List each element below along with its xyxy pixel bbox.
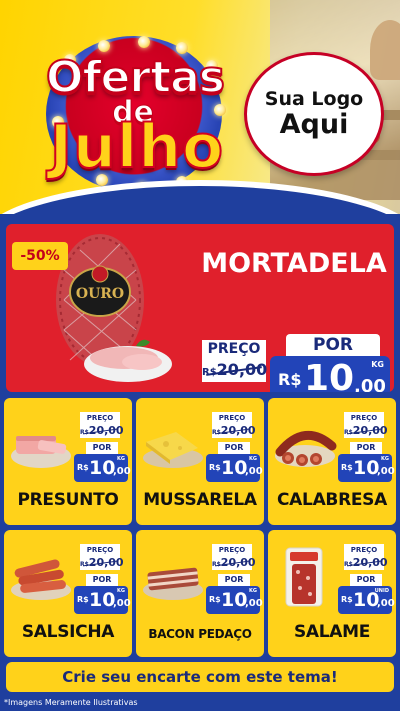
price-decimal: ,00 bbox=[354, 376, 386, 392]
header-banner: Ofertas de Julho Sua Logo Aqui bbox=[0, 0, 400, 214]
old-price: R$20,00 bbox=[344, 424, 388, 438]
price-currency: R$ bbox=[341, 595, 353, 604]
calabresa-image bbox=[275, 430, 337, 467]
old-price-label: PREÇO bbox=[202, 340, 266, 358]
price-decimal: ,00 bbox=[377, 466, 395, 477]
price-integer: 10 bbox=[221, 457, 248, 479]
price-integer: 10 bbox=[353, 457, 380, 479]
old-price-label: PREÇO bbox=[212, 412, 252, 424]
price-unit: KG bbox=[371, 360, 384, 369]
presunto-image bbox=[11, 436, 71, 468]
old-price: R$20,00 bbox=[202, 358, 267, 382]
product-name: SALSICHA bbox=[21, 622, 115, 642]
new-price: R$ 10 ,00 KG bbox=[270, 356, 390, 392]
new-price: R$ 10 ,00 KG bbox=[206, 454, 263, 482]
product-card-bacon[interactable]: PREÇO R$20,00 POR R$ 10 ,00 KG BACON PED… bbox=[136, 530, 264, 657]
price-decimal: ,00 bbox=[113, 598, 131, 609]
price-integer: 10 bbox=[221, 589, 248, 611]
mussarela-image bbox=[143, 432, 203, 468]
price-unit: UNID bbox=[374, 588, 389, 594]
product-card-salame[interactable]: PREÇO R$20,00 POR R$ 10 ,00 UNID SALAME bbox=[268, 530, 396, 657]
new-price-label: POR bbox=[218, 574, 250, 586]
price-currency: R$ bbox=[77, 463, 89, 472]
mortadela-image: OURO bbox=[56, 234, 172, 382]
price-decimal: ,00 bbox=[245, 598, 263, 609]
bacon-image bbox=[143, 567, 203, 600]
new-price-label: POR bbox=[86, 442, 118, 454]
new-price: R$ 10 ,00 KG bbox=[206, 586, 263, 614]
new-price-label: POR bbox=[218, 442, 250, 454]
price-unit: KG bbox=[249, 588, 257, 594]
title-julho: Julho bbox=[49, 111, 225, 183]
old-price-label: PREÇO bbox=[80, 412, 120, 424]
new-price-label: POR bbox=[350, 442, 382, 454]
new-price: R$ 10 ,00 KG bbox=[74, 454, 131, 482]
logo-line2: Aqui bbox=[279, 109, 349, 141]
price-decimal: ,00 bbox=[245, 466, 263, 477]
new-price-label: POR bbox=[350, 574, 382, 586]
price-currency: R$ bbox=[341, 463, 353, 472]
featured-offer-card[interactable]: OURO -50% MORTADELA PREÇO R$20,00 POR R$… bbox=[6, 224, 394, 392]
product-name: BACON PEDAÇO bbox=[148, 627, 252, 641]
price-currency: R$ bbox=[209, 463, 221, 472]
price-currency: R$ bbox=[209, 595, 221, 604]
price-decimal: ,00 bbox=[377, 598, 395, 609]
old-price-label: PREÇO bbox=[344, 544, 384, 556]
salsicha-image bbox=[11, 559, 71, 600]
salame-image bbox=[285, 547, 323, 607]
price-unit: KG bbox=[381, 456, 389, 462]
product-name: PRESUNTO bbox=[17, 490, 119, 510]
price-currency: R$ bbox=[278, 370, 302, 389]
old-price: R$20,00 bbox=[80, 424, 124, 438]
price-integer: 10 bbox=[304, 358, 355, 392]
price-unit: KG bbox=[249, 456, 257, 462]
price-currency: R$ bbox=[77, 595, 89, 604]
bulb-icon bbox=[138, 36, 150, 48]
product-name: SALAME bbox=[293, 622, 371, 642]
old-price: R$20,00 bbox=[212, 556, 256, 570]
logo-line1: Sua Logo bbox=[264, 88, 364, 111]
bulb-icon bbox=[98, 40, 110, 52]
old-price-label: PREÇO bbox=[212, 544, 252, 556]
old-price-label: PREÇO bbox=[80, 544, 120, 556]
new-price: R$ 10 ,00 KG bbox=[338, 454, 395, 482]
new-price-label: POR bbox=[286, 334, 380, 356]
cta-banner[interactable]: Crie seu encarte com este tema! bbox=[6, 662, 394, 692]
old-price-label: PREÇO bbox=[344, 412, 384, 424]
price-integer: 10 bbox=[89, 457, 116, 479]
product-name: CALABRESA bbox=[277, 490, 387, 510]
product-card-mussarela[interactable]: PREÇO R$20,00 POR R$ 10 ,00 KG MUSSARELA bbox=[136, 398, 264, 525]
disclaimer: *Imagens Meramente Ilustrativas bbox=[0, 695, 400, 711]
old-price: R$20,00 bbox=[212, 424, 256, 438]
price-unit: KG bbox=[117, 456, 125, 462]
brand-label: OURO bbox=[76, 286, 124, 302]
logo-placeholder[interactable]: Sua Logo Aqui bbox=[244, 52, 384, 176]
product-name: MUSSARELA bbox=[143, 490, 257, 510]
product-card-calabresa[interactable]: PREÇO R$20,00 POR R$ 10 ,00 KG CALABRESA bbox=[268, 398, 396, 525]
new-price-label: POR bbox=[86, 574, 118, 586]
old-price: R$20,00 bbox=[344, 556, 388, 570]
new-price: R$ 10 ,00 UNID bbox=[338, 586, 395, 614]
price-integer: 10 bbox=[89, 589, 116, 611]
product-card-salsicha[interactable]: PREÇO R$20,00 POR R$ 10 ,00 KG SALSICHA bbox=[4, 530, 132, 657]
new-price: R$ 10 ,00 KG bbox=[74, 586, 131, 614]
featured-product-name: MORTADELA bbox=[201, 248, 387, 279]
product-card-presunto[interactable]: PREÇO R$20,00 POR R$ 10 ,00 KG PRESUNTO bbox=[4, 398, 132, 525]
discount-badge: -50% bbox=[12, 242, 68, 270]
price-unit: KG bbox=[117, 588, 125, 594]
old-price: R$20,00 bbox=[80, 556, 124, 570]
price-decimal: ,00 bbox=[113, 466, 131, 477]
